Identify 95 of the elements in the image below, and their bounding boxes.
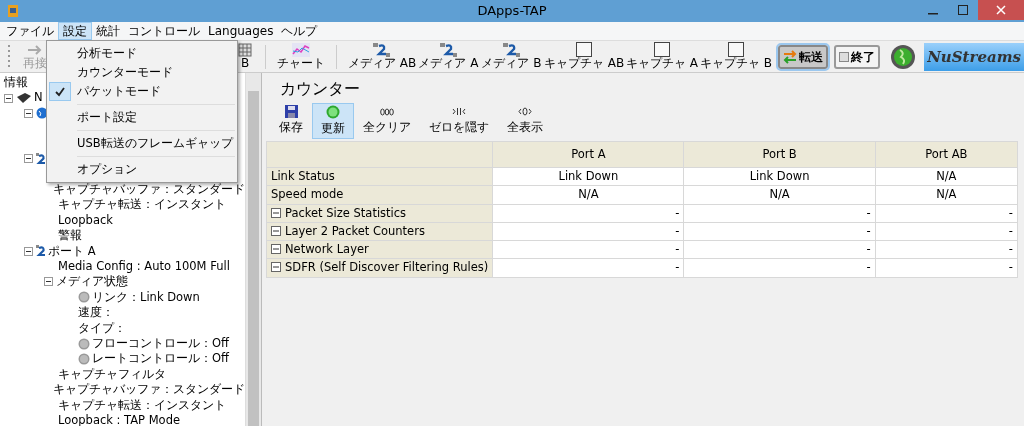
- menu-option[interactable]: パケットモード: [49, 82, 235, 101]
- app-icon: [6, 4, 20, 18]
- action-button[interactable]: 更新: [312, 103, 354, 139]
- square-icon: [576, 42, 592, 58]
- tree-item[interactable]: ポート A: [48, 242, 96, 260]
- menu-item[interactable]: 統計: [92, 22, 124, 40]
- menu-item[interactable]: 設定: [58, 22, 92, 40]
- panel-title: カウンター: [280, 78, 361, 100]
- led-icon: [78, 352, 90, 365]
- action-button[interactable]: ゼロを隠す: [420, 103, 498, 139]
- bracket-icon: [518, 105, 532, 118]
- mode-button[interactable]: 終了: [834, 44, 881, 69]
- collapse-icon[interactable]: [271, 225, 281, 236]
- menu-option[interactable]: オプション: [49, 160, 235, 179]
- cable-icon: [439, 42, 458, 57]
- action-button[interactable]: 全表示: [498, 103, 552, 139]
- action-button[interactable]: 保存: [270, 103, 312, 139]
- tree-item[interactable]: フローコントロール：Off: [92, 334, 229, 353]
- scrollbar[interactable]: [245, 73, 261, 426]
- tree-item[interactable]: タイプ：: [78, 319, 126, 337]
- tree-item[interactable]: キャプチャフィルタ: [58, 365, 166, 383]
- chart-icon: [292, 42, 310, 57]
- mode-button[interactable]: 転送: [778, 44, 829, 69]
- logo: NuStreams: [924, 42, 1024, 71]
- tree-item[interactable]: キャプチャバッファ：スタンダード: [53, 381, 245, 399]
- cable-icon: [36, 245, 46, 258]
- toolbar-button[interactable]: B: [235, 42, 255, 71]
- menu-item[interactable]: コントロール: [124, 22, 204, 40]
- tree-item[interactable]: メディア状態: [56, 273, 128, 291]
- column-header: Port B: [683, 141, 876, 168]
- menu-item[interactable]: ヘルプ: [277, 22, 322, 40]
- row-header: Network Layer: [285, 242, 369, 256]
- status-light-icon: [326, 105, 340, 119]
- collapse-icon[interactable]: [271, 262, 281, 273]
- toolbar-button[interactable]: キャプチャ AB: [543, 42, 625, 71]
- minimize-icon: [928, 13, 938, 15]
- tree-item[interactable]: 速度：: [78, 304, 114, 322]
- tree-item[interactable]: Loopback : TAP Mode: [58, 411, 180, 426]
- collapse-icon[interactable]: [271, 207, 281, 218]
- globe-icon: [36, 107, 48, 120]
- checkbox-icon: [839, 51, 850, 62]
- menu-item[interactable]: Languages: [204, 22, 278, 40]
- toolbar-button[interactable]: キャプチャ B: [699, 42, 773, 71]
- zeros-icon: [380, 105, 394, 118]
- tree-item[interactable]: リンク：Link Down: [92, 288, 200, 306]
- tree-item[interactable]: キャプチャバッファ：スタンダード: [53, 181, 245, 199]
- floppy-icon: [284, 105, 298, 118]
- toolbar-button[interactable]: チャート: [276, 42, 326, 71]
- checkmark-icon: [49, 82, 71, 101]
- swap-icon: [783, 49, 798, 64]
- row-header: Layer 2 Packet Counters: [285, 223, 425, 238]
- maximize-icon: [958, 5, 968, 15]
- arrow-icon: [26, 42, 44, 57]
- tree-item[interactable]: レートコントロール：Off: [92, 350, 229, 368]
- action-button[interactable]: 全クリア: [354, 103, 420, 139]
- row-header: SDFR (Self Discover Filtering Rules): [285, 260, 489, 275]
- tree-item[interactable]: キャプチャ転送：インスタント: [58, 396, 226, 414]
- tree-item[interactable]: N: [34, 89, 43, 107]
- row-header: Link Status: [271, 169, 335, 183]
- window-title: DApps-TAP: [477, 3, 547, 18]
- toolbar-button[interactable]: キャプチャ A: [625, 42, 699, 71]
- column-header: Port AB: [875, 141, 1018, 168]
- toolbar-button[interactable]: メディア AB: [347, 42, 417, 71]
- square-icon: [728, 42, 744, 58]
- toolbar-button[interactable]: メディア B: [480, 42, 543, 71]
- collapse-icon[interactable]: [24, 108, 33, 118]
- collapse-icon[interactable]: [44, 277, 53, 287]
- collapse-icon[interactable]: [271, 244, 281, 254]
- menu-option[interactable]: ポート設定: [49, 108, 235, 127]
- tree-item[interactable]: キャプチャ転送：インスタント: [58, 196, 226, 214]
- menu-option[interactable]: USB転送のフレームギャップ: [49, 134, 235, 153]
- device-icon: [16, 92, 32, 105]
- toolbar-grip[interactable]: [8, 43, 11, 70]
- row-header: Speed mode: [271, 187, 344, 202]
- square-icon: [654, 42, 670, 58]
- tree-item[interactable]: Media Config : Auto 100M Full: [58, 258, 230, 276]
- menu-item[interactable]: ファイル: [2, 22, 58, 40]
- tree-header: 情報: [4, 74, 28, 92]
- tree-item[interactable]: Loopback: [58, 211, 113, 230]
- toolbar-button[interactable]: メディア A: [417, 42, 480, 71]
- close-icon: [996, 5, 1006, 15]
- globe-icon[interactable]: [890, 43, 917, 70]
- bracket-icon: [452, 105, 466, 118]
- collapse-icon[interactable]: [4, 93, 13, 103]
- collapse-icon[interactable]: [24, 246, 33, 256]
- cable-icon: [36, 152, 46, 165]
- grid-icon: [238, 42, 252, 57]
- cable-icon: [373, 42, 391, 57]
- tree-item[interactable]: 警報: [58, 227, 82, 245]
- row-header: Packet Size Statistics: [285, 205, 407, 220]
- collapse-icon[interactable]: [24, 154, 33, 164]
- led-icon: [78, 291, 90, 304]
- cable-icon: [502, 42, 521, 57]
- led-icon: [78, 337, 90, 350]
- column-header: Port A: [492, 141, 684, 168]
